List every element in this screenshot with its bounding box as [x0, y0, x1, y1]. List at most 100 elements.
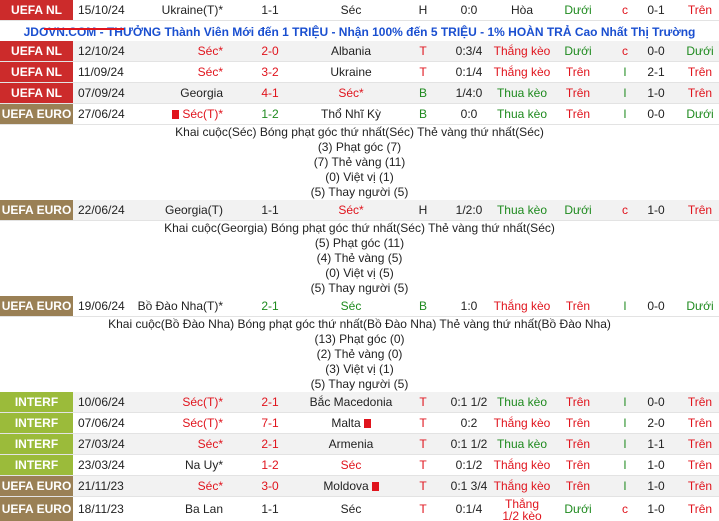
match-stats-firsts: Khai cuộc(Bồ Đào Nha) Bóng phạt góc thứ …: [108, 317, 611, 331]
home-team[interactable]: Séc*: [131, 476, 223, 496]
home-team[interactable]: Georgia(T): [131, 200, 223, 220]
home-team-name[interactable]: Na Uy*: [185, 458, 223, 472]
competition-badge[interactable]: UEFA EURO: [0, 200, 73, 220]
full-time-score[interactable]: 2-1: [240, 392, 300, 412]
full-time-score[interactable]: 2-0: [240, 41, 300, 61]
competition-badge[interactable]: UEFA EURO: [0, 296, 73, 316]
home-team-name[interactable]: Séc(T)*: [182, 395, 223, 409]
full-time-score[interactable]: 1-1: [240, 497, 300, 521]
home-team[interactable]: Séc*: [131, 434, 223, 454]
away-team-name[interactable]: Ukraine: [330, 65, 371, 79]
away-team-name[interactable]: Séc*: [338, 86, 363, 100]
full-time-score[interactable]: 4-1: [240, 83, 300, 103]
match-stats-offsides: (3) Việt vị (1): [325, 362, 394, 376]
away-team-name[interactable]: Séc: [341, 502, 362, 516]
competition-badge[interactable]: INTERF: [0, 413, 73, 433]
away-team[interactable]: Moldova: [305, 476, 397, 496]
table-row[interactable]: UEFA EURO 22/06/24 Georgia(T) 1-1 Séc* H…: [0, 200, 719, 221]
home-team[interactable]: Séc*: [131, 41, 223, 61]
table-row[interactable]: UEFA NL 15/10/24 Ukraine(T)* 1-1 Séc H 0…: [0, 0, 719, 21]
half-time-over-under: Trên: [687, 502, 713, 516]
home-team[interactable]: Georgia: [131, 83, 223, 103]
home-team-name[interactable]: Séc*: [198, 44, 223, 58]
table-row[interactable]: UEFA EURO 27/06/24 Séc(T)* 1-2 Thổ Nhĩ K…: [0, 104, 719, 125]
home-team[interactable]: Séc*: [131, 62, 223, 82]
full-time-score[interactable]: 1-1: [240, 200, 300, 220]
away-team-name[interactable]: Moldova: [323, 479, 368, 493]
away-team[interactable]: Albania: [305, 41, 397, 61]
promo-banner[interactable]: JDOVN.COM - THƯỞNG Thành Viên Mới đến 1 …: [0, 21, 719, 43]
home-team-name[interactable]: Georgia: [180, 86, 223, 100]
away-team[interactable]: Malta: [305, 413, 397, 433]
away-team-name[interactable]: Séc: [341, 3, 362, 17]
competition-badge[interactable]: INTERF: [0, 392, 73, 412]
away-team[interactable]: Armenia: [305, 434, 397, 454]
away-team-name[interactable]: Malta: [331, 416, 360, 430]
away-team-name[interactable]: Armenia: [329, 437, 374, 451]
away-team[interactable]: Séc*: [305, 200, 397, 220]
home-team-name[interactable]: Séc(T)*: [182, 416, 223, 430]
away-team[interactable]: Séc: [305, 497, 397, 521]
table-row[interactable]: UEFA EURO 21/11/23 Séc* 3-0 Moldova T 0:…: [0, 476, 719, 497]
away-team-name[interactable]: Séc: [341, 458, 362, 472]
full-time-score[interactable]: 1-1: [240, 0, 300, 20]
full-time-score[interactable]: 1-2: [240, 104, 300, 124]
home-team-name[interactable]: Bồ Đào Nha(T)*: [138, 299, 223, 313]
away-team-name[interactable]: Albania: [331, 44, 371, 58]
competition-badge[interactable]: UEFA NL: [0, 0, 73, 20]
home-team-name[interactable]: Georgia(T): [165, 203, 223, 217]
away-team[interactable]: Séc: [305, 296, 397, 316]
full-time-score[interactable]: 7-1: [240, 413, 300, 433]
away-team-name[interactable]: Séc: [341, 299, 362, 313]
table-row[interactable]: UEFA NL 07/09/24 Georgia 4-1 Séc* B 1/4:…: [0, 83, 719, 104]
banner-text[interactable]: JDOVN.COM - THƯỞNG Thành Viên Mới đến 1 …: [24, 25, 696, 39]
competition-badge[interactable]: UEFA NL: [0, 41, 73, 61]
competition-badge[interactable]: INTERF: [0, 434, 73, 454]
home-team[interactable]: Ba Lan: [131, 497, 223, 521]
handicap-result: Thua kèo: [496, 203, 548, 217]
away-team[interactable]: Séc: [305, 455, 397, 475]
away-team[interactable]: Ukraine: [305, 62, 397, 82]
home-team-name[interactable]: Séc*: [198, 437, 223, 451]
home-team[interactable]: Ukraine(T)*: [131, 0, 223, 20]
table-row[interactable]: INTERF 23/03/24 Na Uy* 1-2 Séc T 0:1/2 T…: [0, 455, 719, 476]
home-team-name[interactable]: Ba Lan: [185, 502, 223, 516]
competition-badge[interactable]: UEFA EURO: [0, 497, 73, 521]
table-row[interactable]: UEFA EURO 19/06/24 Bồ Đào Nha(T)* 2-1 Sé…: [0, 296, 719, 317]
table-row[interactable]: INTERF 07/06/24 Séc(T)* 7-1 Malta T 0:2 …: [0, 413, 719, 434]
full-time-score[interactable]: 2-1: [240, 434, 300, 454]
odd-even-result: l: [623, 437, 627, 451]
table-row[interactable]: UEFA EURO 18/11/23 Ba Lan 1-1 Séc T 0:1/…: [0, 497, 719, 521]
home-team[interactable]: Bồ Đào Nha(T)*: [131, 296, 223, 316]
competition-badge[interactable]: UEFA EURO: [0, 104, 73, 124]
away-team-name[interactable]: Séc*: [338, 203, 363, 217]
away-team[interactable]: Thổ Nhĩ Kỳ: [305, 104, 397, 124]
table-row[interactable]: UEFA NL 11/09/24 Séc* 3-2 Ukraine T 0:1/…: [0, 62, 719, 83]
competition-badge[interactable]: UEFA EURO: [0, 476, 73, 496]
home-team-name[interactable]: Séc*: [198, 65, 223, 79]
home-team-name[interactable]: Séc*: [198, 479, 223, 493]
home-team-name[interactable]: Séc(T)*: [182, 107, 223, 121]
away-team[interactable]: Séc: [305, 0, 397, 20]
half-time-over-under: Trên: [687, 86, 713, 100]
competition-badge[interactable]: UEFA NL: [0, 83, 73, 103]
table-row[interactable]: UEFA NL 12/10/24 Séc* 2-0 Albania T 0:3/…: [0, 41, 719, 62]
away-team[interactable]: Bắc Macedonia: [305, 392, 397, 412]
table-row[interactable]: INTERF 10/06/24 Séc(T)* 2-1 Bắc Macedoni…: [0, 392, 719, 413]
full-time-score[interactable]: 3-2: [240, 62, 300, 82]
full-time-score[interactable]: 1-2: [240, 455, 300, 475]
away-team-name[interactable]: Thổ Nhĩ Kỳ: [321, 107, 381, 121]
home-team[interactable]: Séc(T)*: [131, 392, 223, 412]
away-team[interactable]: Séc*: [305, 83, 397, 103]
home-team[interactable]: Séc(T)*: [131, 413, 223, 433]
away-team-name[interactable]: Bắc Macedonia: [310, 395, 393, 409]
home-team[interactable]: Séc(T)*: [131, 104, 223, 124]
table-row[interactable]: INTERF 27/03/24 Séc* 2-1 Armenia T 0:1 1…: [0, 434, 719, 455]
competition-badge[interactable]: INTERF: [0, 455, 73, 475]
full-time-score[interactable]: 2-1: [240, 296, 300, 316]
home-team-name[interactable]: Ukraine(T)*: [162, 3, 223, 17]
full-time-score[interactable]: 3-0: [240, 476, 300, 496]
home-team[interactable]: Na Uy*: [131, 455, 223, 475]
competition-badge[interactable]: UEFA NL: [0, 62, 73, 82]
red-card-icon: [363, 419, 371, 428]
